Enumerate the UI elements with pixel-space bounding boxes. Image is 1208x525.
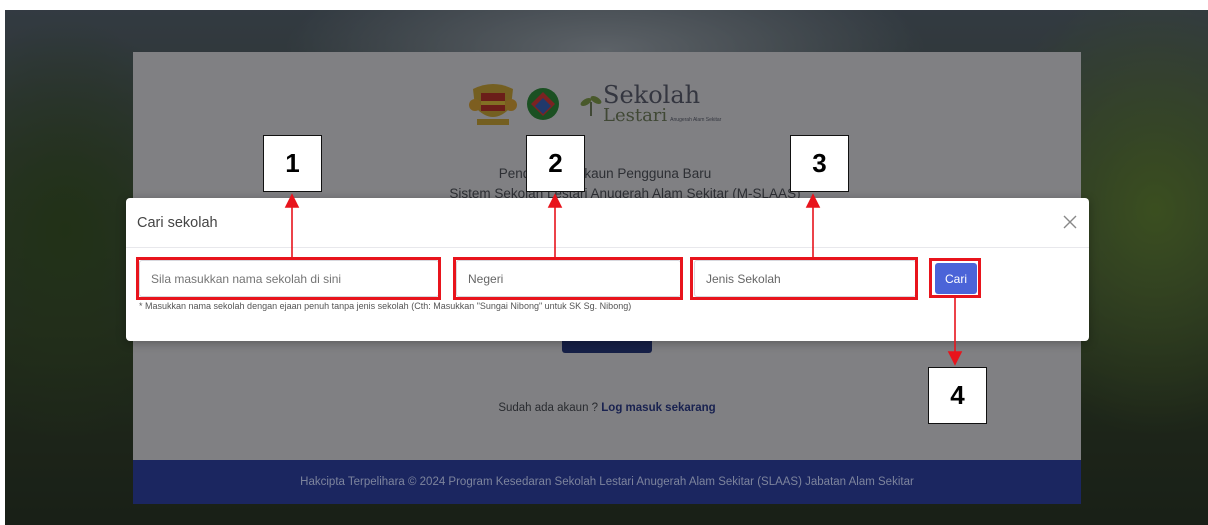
page-footer: Hakcipta Terpelihara © 2024 Program Kese… (133, 460, 1081, 504)
highlight-box-4 (929, 258, 981, 298)
search-hint: * Masukkan nama sekolah dengan ejaan pen… (139, 301, 632, 311)
highlight-box-2 (453, 257, 683, 300)
callout-label-2: 2 (526, 135, 585, 192)
modal-header: Cari sekolah (126, 198, 1089, 248)
callout-label-4: 4 (928, 367, 987, 424)
callout-label-1: 1 (263, 135, 322, 192)
footer-copyright: Hakcipta Terpelihara © 2024 Program Kese… (300, 476, 914, 488)
callout-label-3: 3 (790, 135, 849, 192)
close-icon[interactable] (1060, 212, 1080, 232)
highlight-box-3 (690, 257, 918, 300)
modal-title: Cari sekolah (137, 215, 218, 231)
highlight-box-1 (136, 257, 441, 300)
